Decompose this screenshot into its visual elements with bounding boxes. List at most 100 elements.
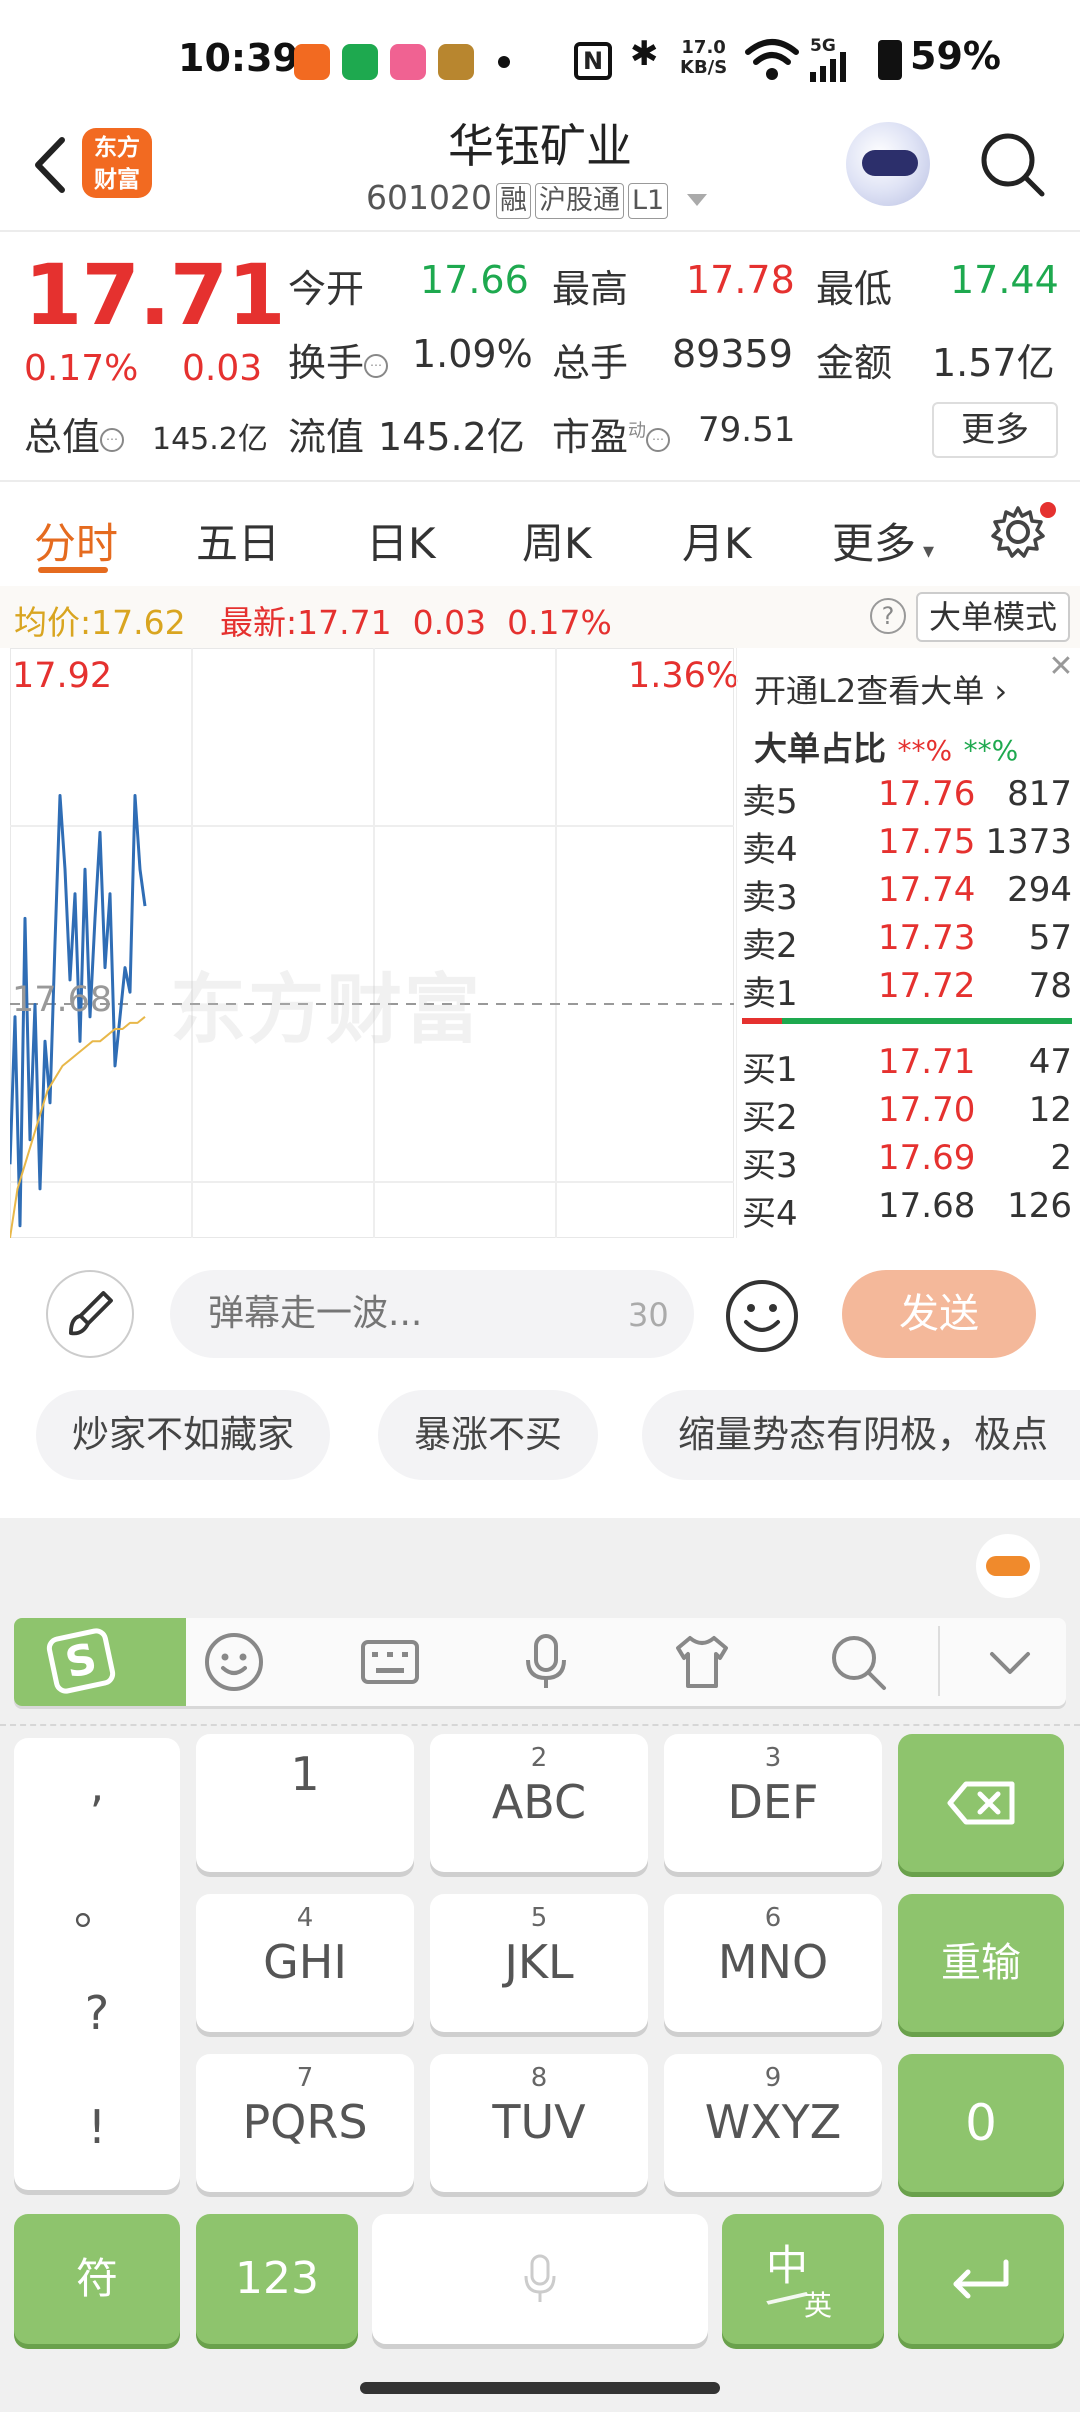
bid-row[interactable]: 买4 17.68 126 (742, 1186, 1072, 1234)
search-icon[interactable] (826, 1630, 890, 1694)
tab-monthly-k[interactable]: 月K (682, 510, 752, 571)
microphone-icon (524, 2254, 556, 2302)
app-notification-icon (294, 44, 330, 80)
brush-icon[interactable] (46, 1270, 134, 1358)
enter-key[interactable] (898, 2214, 1064, 2344)
ask-row[interactable]: 卖5 17.76 817 (742, 774, 1072, 822)
key-jkl[interactable]: 5 JKL (430, 1894, 648, 2032)
quick-comment-chip[interactable]: 缩量势态有阴极，极点 (642, 1390, 1080, 1480)
microphone-icon[interactable] (514, 1630, 578, 1694)
key-def[interactable]: 3 DEF (664, 1734, 882, 1872)
float-cap-value: 145.2亿 (378, 415, 525, 459)
settings-gear-icon[interactable] (990, 504, 1046, 560)
punctuation-column[interactable]: , 。 ? ! (14, 1738, 180, 2190)
high-label: 最高 (552, 267, 629, 311)
punct-key[interactable]: , (14, 1758, 180, 1812)
char-count: 30 (628, 1296, 669, 1334)
key-1[interactable]: 1 (196, 1734, 414, 1872)
punct-key[interactable]: 。 (14, 1872, 180, 1938)
average-price: 均价:17.62 (14, 603, 186, 642)
open-label: 今开 (288, 267, 365, 311)
key-abc[interactable]: 2 ABC (430, 1734, 648, 1872)
tab-more[interactable]: 更多 ▾ (832, 510, 934, 571)
backspace-key[interactable] (898, 1734, 1064, 1872)
intraday-chart[interactable] (10, 648, 734, 1238)
tab-intraday[interactable]: 分时 (34, 510, 118, 571)
send-button[interactable]: 发送 (842, 1270, 1036, 1358)
key-wxyz[interactable]: 9 WXYZ (664, 2054, 882, 2192)
ask-row[interactable]: 卖2 17.73 57 (742, 918, 1072, 966)
key-mno[interactable]: 6 MNO (664, 1894, 882, 2032)
current-price: 17.71 (24, 246, 286, 344)
skin-shirt-icon[interactable] (670, 1630, 734, 1694)
float-cap-label: 流值 (288, 415, 365, 459)
volume-label: 总手 (552, 341, 629, 385)
change-percent: 0.17% (24, 348, 139, 389)
tab-five-day[interactable]: 五日 (196, 510, 280, 571)
keyboard-mascot-icon[interactable] (976, 1534, 1040, 1598)
bluetooth-icon: ✱ (630, 34, 659, 74)
ask-row[interactable]: 卖4 17.75 1373 (742, 822, 1072, 870)
help-icon[interactable]: ? (870, 598, 906, 634)
big-order-ratio: 大单占比 **% **% (754, 729, 1019, 768)
margin-tag: 融 (495, 183, 531, 219)
notification-dot (1040, 502, 1056, 518)
wifi-icon (745, 39, 799, 80)
key-ghi[interactable]: 4 GHI (196, 1894, 414, 2032)
search-icon[interactable] (976, 128, 1048, 200)
close-icon[interactable]: ✕ (1044, 650, 1078, 684)
app-notification-icon (438, 44, 474, 80)
info-icon[interactable]: ⋯ (364, 353, 389, 378)
emoji-icon[interactable] (724, 1278, 800, 1354)
more-button[interactable]: 更多 (932, 402, 1058, 458)
info-icon[interactable]: ⋯ (646, 427, 671, 452)
quick-comment-chip[interactable]: 炒家不如藏家 (36, 1390, 330, 1480)
amount-value: 1.57亿 (932, 341, 1055, 385)
market-cap-label: 总值 ⋯ (24, 406, 125, 461)
status-time: 10:39 (178, 36, 299, 80)
quick-comment-chip[interactable]: 暴涨不买 (378, 1390, 598, 1480)
pe-label: 市盈动 ⋯ (552, 406, 671, 461)
keyboard-icon[interactable] (358, 1630, 422, 1694)
home-indicator[interactable] (360, 2382, 720, 2394)
l2-promo-link[interactable]: 开通L2查看大单 › (754, 666, 1007, 712)
turnover-value: 1.09% (412, 332, 533, 376)
punct-key[interactable]: ! (14, 2100, 180, 2154)
emoji-icon[interactable] (202, 1630, 266, 1694)
language-switch-key[interactable]: 中 / 英 (722, 2214, 884, 2344)
low-value: 17.44 (950, 258, 1059, 302)
chevron-down-icon[interactable] (978, 1630, 1042, 1694)
bid-row[interactable]: 买3 17.69 2 (742, 1138, 1072, 1186)
tab-daily-k[interactable]: 日K (366, 510, 436, 571)
bid-ask-ratio-bar-red (742, 1018, 782, 1024)
level-tag: L1 (627, 183, 669, 219)
connect-tag: 沪股通 (534, 183, 624, 219)
bid-row[interactable]: 买2 17.70 12 (742, 1090, 1072, 1138)
change-amount: 0.03 (182, 348, 263, 389)
tab-weekly-k[interactable]: 周K (522, 510, 592, 571)
big-order-mode-button[interactable]: 大单模式 (916, 592, 1070, 642)
bid-ask-ratio-bar (742, 1018, 1072, 1024)
space-key[interactable] (372, 2214, 708, 2344)
punct-key[interactable]: ? (14, 1986, 180, 2040)
key-pqrs[interactable]: 7 PQRS (196, 2054, 414, 2192)
amount-label: 金额 (816, 341, 893, 385)
bid-row[interactable]: 买1 17.71 47 (742, 1042, 1072, 1090)
chart-watermark: 东方财富 (170, 965, 482, 1054)
signal-icon (810, 52, 846, 82)
reenter-key[interactable]: 重输 (898, 1894, 1064, 2032)
number-mode-key[interactable]: 123 (196, 2214, 358, 2344)
stock-code: 601020 (366, 178, 492, 217)
battery-percent: 59% (910, 34, 1001, 78)
stock-code-row[interactable]: 601020 融沪股通 L1 (366, 178, 707, 219)
sogou-logo-icon[interactable]: S (14, 1618, 186, 1706)
ask-row[interactable]: 卖3 17.74 294 (742, 870, 1072, 918)
app-notification-icon (342, 44, 378, 80)
symbol-key[interactable]: 符 (14, 2214, 180, 2344)
comment-input[interactable] (170, 1270, 694, 1358)
chevron-down-icon (686, 193, 707, 206)
ask-row[interactable]: 卖1 17.72 78 (742, 966, 1072, 1014)
zero-key[interactable]: 0 (898, 2054, 1064, 2192)
key-tuv[interactable]: 8 TUV (430, 2054, 648, 2192)
info-icon[interactable]: ⋯ (100, 427, 125, 452)
